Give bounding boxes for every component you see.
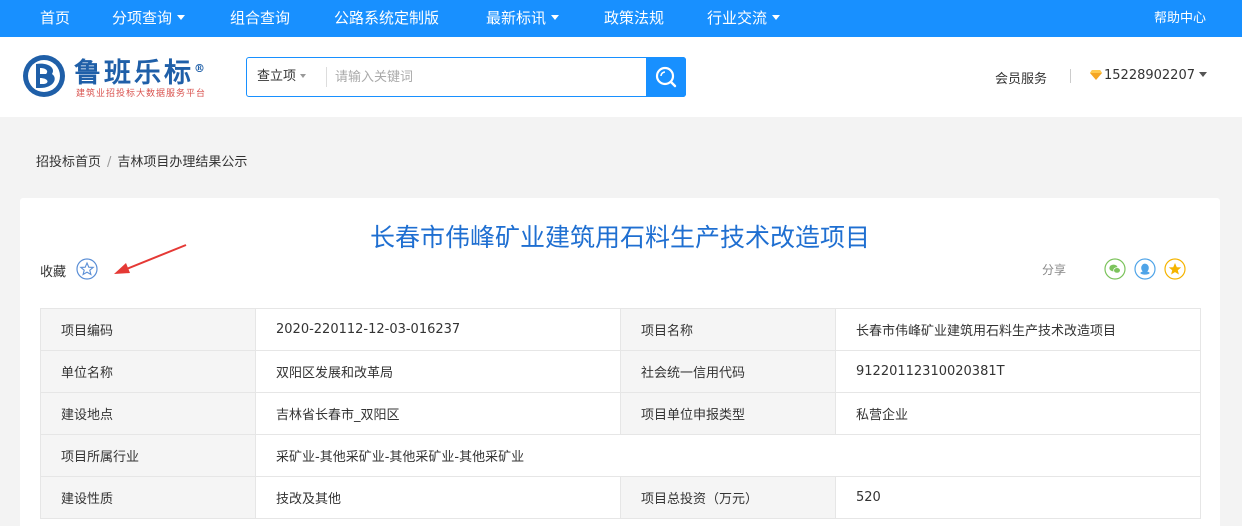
search-type-label: 查立项 bbox=[257, 69, 297, 84]
field-label: 单位名称 bbox=[40, 350, 256, 393]
field-label: 项目编码 bbox=[40, 308, 256, 351]
annotation-arrow bbox=[114, 244, 187, 274]
account-phone: 15228902207 bbox=[1104, 68, 1195, 83]
vip-diamond-icon bbox=[1090, 69, 1102, 80]
caret-down-icon bbox=[177, 14, 186, 20]
breadcrumb-current: 吉林项目办理结果公示 bbox=[117, 155, 248, 170]
nav-help-center[interactable]: 帮助中心 bbox=[1154, 0, 1206, 37]
nav-label: 最新标讯 bbox=[486, 9, 547, 27]
table-row: 建设性质 技改及其他 项目总投资（万元） 520 bbox=[40, 476, 1201, 519]
nav-item-itemized-query[interactable]: 分项查询 bbox=[112, 0, 186, 37]
nav-label: 公路系统定制版 bbox=[334, 9, 440, 27]
nav-label: 行业交流 bbox=[707, 9, 768, 27]
search-type-select[interactable]: 查立项 bbox=[247, 58, 327, 96]
field-label: 项目总投资（万元） bbox=[620, 476, 836, 519]
nav-label: 分项查询 bbox=[112, 9, 173, 27]
nav-label: 帮助中心 bbox=[1154, 11, 1207, 26]
favorite-label: 收藏 bbox=[40, 265, 67, 280]
table-row: 项目所属行业 采矿业-其他采矿业-其他采矿业-其他采矿业 bbox=[40, 434, 1201, 477]
divider bbox=[326, 67, 327, 87]
nav-label: 首页 bbox=[40, 9, 71, 27]
project-detail-card: 长春市伟峰矿业建筑用石料生产技术改造项目 收藏 分享 项目编码 2020-220… bbox=[20, 198, 1220, 526]
field-value: 91220112310020381T bbox=[835, 350, 1201, 393]
account-menu[interactable]: 15228902207 bbox=[1090, 68, 1207, 83]
table-row: 项目编码 2020-220112-12-03-016237 项目名称 长春市伟峰… bbox=[40, 308, 1201, 351]
table-row: 建设地点 吉林省长春市_双阳区 项目单位申报类型 私营企业 bbox=[40, 392, 1201, 435]
search-button[interactable] bbox=[646, 57, 686, 97]
wechat-icon[interactable] bbox=[1104, 258, 1126, 280]
field-label: 项目名称 bbox=[620, 308, 836, 351]
caret-down-icon bbox=[1198, 72, 1207, 77]
field-value: 520 bbox=[835, 476, 1201, 519]
qzone-icon[interactable] bbox=[1164, 258, 1186, 280]
registered-mark: ® bbox=[194, 62, 205, 75]
field-label: 建设地点 bbox=[40, 392, 256, 435]
logo-mark-icon bbox=[23, 55, 65, 97]
field-label: 项目所属行业 bbox=[40, 434, 256, 477]
caret-down-icon bbox=[300, 73, 307, 78]
field-value: 双阳区发展和改革局 bbox=[255, 350, 621, 393]
nav-item-highway-custom[interactable]: 公路系统定制版 bbox=[334, 0, 439, 37]
qq-icon[interactable] bbox=[1134, 258, 1156, 280]
field-value: 采矿业-其他采矿业-其他采矿业-其他采矿业 bbox=[255, 434, 1201, 477]
breadcrumb-home-link[interactable]: 招投标首页 bbox=[36, 155, 101, 170]
logo[interactable]: 鲁班乐标® 建筑业招投标大数据服务平台 bbox=[22, 52, 232, 104]
favorite-star-icon[interactable] bbox=[76, 258, 98, 280]
nav-item-home[interactable]: 首页 bbox=[40, 0, 70, 37]
caret-down-icon bbox=[772, 14, 781, 20]
divider bbox=[1070, 69, 1071, 83]
top-nav-bar: 首页 分项查询 组合查询 公路系统定制版 最新标讯 政策法规 行业交流 帮助中心 bbox=[0, 0, 1242, 37]
field-label: 项目单位申报类型 bbox=[620, 392, 836, 435]
nav-item-policy[interactable]: 政策法规 bbox=[604, 0, 664, 37]
project-info-table: 项目编码 2020-220112-12-03-016237 项目名称 长春市伟峰… bbox=[40, 308, 1201, 519]
search-icon bbox=[655, 66, 677, 88]
search-box: 查立项 bbox=[246, 57, 686, 97]
field-value: 私营企业 bbox=[835, 392, 1201, 435]
breadcrumb: 招投标首页 / 吉林项目办理结果公示 bbox=[36, 151, 247, 170]
search-input[interactable] bbox=[335, 62, 635, 92]
page-title: 长春市伟峰矿业建筑用石料生产技术改造项目 bbox=[369, 223, 870, 252]
nav-item-industry-exchange[interactable]: 行业交流 bbox=[707, 0, 781, 37]
nav-item-combined-query[interactable]: 组合查询 bbox=[230, 0, 290, 37]
logo-title-text: 鲁班乐标 bbox=[74, 58, 194, 89]
field-label: 社会统一信用代码 bbox=[620, 350, 836, 393]
field-label: 建设性质 bbox=[40, 476, 256, 519]
logo-subtitle: 建筑业招投标大数据服务平台 bbox=[76, 89, 207, 99]
member-service-link[interactable]: 会员服务 bbox=[995, 68, 1047, 87]
field-value: 技改及其他 bbox=[255, 476, 621, 519]
nav-label: 组合查询 bbox=[230, 9, 291, 27]
caret-down-icon bbox=[551, 14, 560, 20]
field-value: 2020-220112-12-03-016237 bbox=[255, 308, 621, 351]
table-row: 单位名称 双阳区发展和改革局 社会统一信用代码 9122011231002038… bbox=[40, 350, 1201, 393]
field-value: 长春市伟峰矿业建筑用石料生产技术改造项目 bbox=[835, 308, 1201, 351]
nav-item-latest-bids[interactable]: 最新标讯 bbox=[486, 0, 560, 37]
site-header: 鲁班乐标® 建筑业招投标大数据服务平台 查立项 会员服务 15228902207 bbox=[0, 37, 1242, 117]
share-label: 分享 bbox=[1042, 263, 1067, 277]
breadcrumb-separator: / bbox=[107, 155, 112, 170]
nav-label: 政策法规 bbox=[604, 9, 665, 27]
field-value: 吉林省长春市_双阳区 bbox=[255, 392, 621, 435]
